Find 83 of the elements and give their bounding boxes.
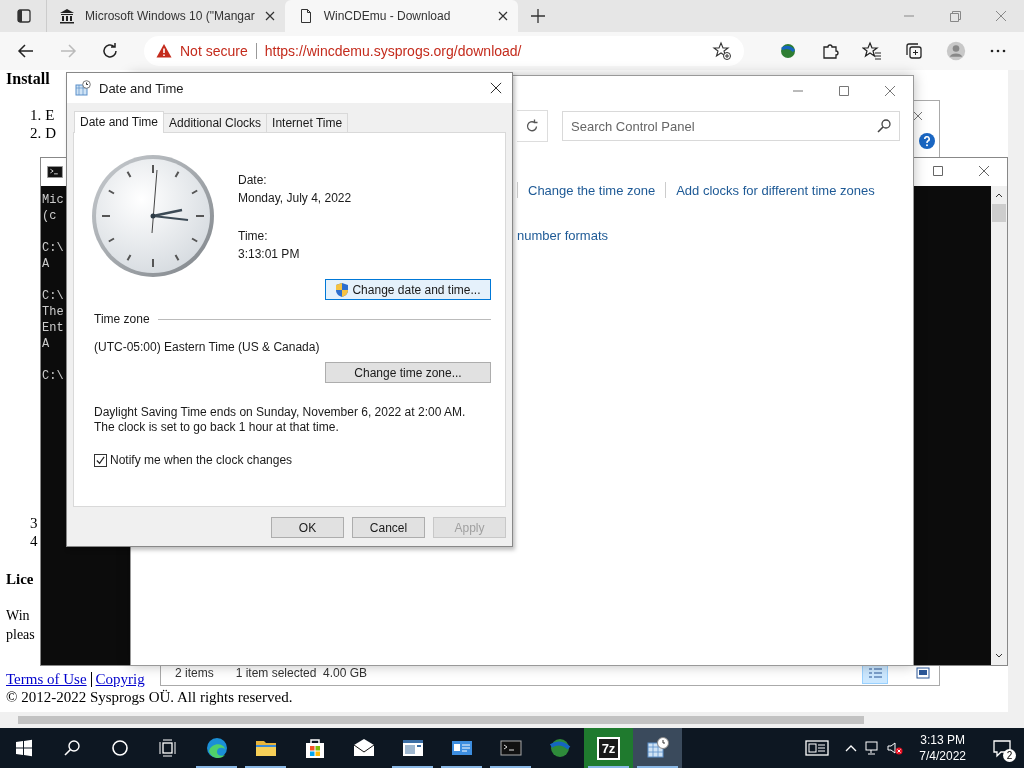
footer-link[interactable]: Copyrig	[95, 670, 145, 688]
shield-icon	[335, 281, 350, 298]
dst-note: Daylight Saving Time ends on Sunday, November 6, 2022 at 2:00 AM. The clock is set to go back 1 hour at that time.	[94, 405, 467, 435]
paragraph-text: pleas	[6, 626, 36, 644]
status-text: 2 items	[175, 666, 214, 680]
start-icon[interactable]	[15, 739, 33, 757]
clock-date: 7/4/2022	[919, 748, 966, 764]
time-label: Time:	[238, 228, 269, 245]
new-tab-icon[interactable]	[529, 8, 546, 24]
vertical-scrollbar[interactable]	[991, 186, 1007, 665]
console-text: A	[42, 336, 50, 352]
dialog-title: Date and Time	[99, 80, 184, 96]
checkbox[interactable]	[94, 453, 107, 467]
address-bar[interactable]: Not secure https://wincdemu.sysprogs.org/download/	[144, 36, 744, 66]
app-label: 7z	[596, 736, 621, 760]
task-link[interactable]: Change the time zone	[528, 182, 656, 198]
calendar-clock-icon	[75, 80, 91, 96]
console-text: Mic	[42, 192, 64, 208]
status-text: 1 item selected 4.00 GB	[235, 666, 368, 680]
security-label[interactable]: Not secure	[180, 43, 248, 59]
warning-icon	[156, 43, 172, 59]
dialog-tab[interactable]: Internet Time	[266, 113, 349, 132]
close-icon[interactable]	[264, 11, 275, 21]
news-icon[interactable]	[805, 739, 830, 757]
dialog-button[interactable]: OK	[271, 517, 344, 538]
search-icon[interactable]	[63, 739, 81, 757]
time-zone-text: (UTC-05:00) Eastern Time (US & Canada)	[94, 340, 321, 354]
list-item-text: E	[45, 106, 55, 124]
search-icon	[876, 118, 892, 134]
time-value: 3:13:01 PM	[238, 246, 301, 263]
checkbox-label: Notify me when the clock changes	[110, 453, 293, 467]
volume-muted-icon[interactable]	[887, 740, 904, 756]
console-text: A	[42, 256, 50, 272]
list-number: 3	[30, 514, 38, 532]
task-view-icon[interactable]	[159, 739, 177, 757]
console-text: Ent	[42, 320, 64, 336]
help-icon[interactable]	[919, 133, 935, 149]
notification-center-button[interactable]: 2	[980, 728, 1024, 768]
list-number: 4	[30, 532, 38, 550]
refresh-icon	[524, 118, 540, 134]
console-text: C:\	[42, 288, 64, 304]
list-number: 2.	[30, 124, 42, 142]
change-date-and-time-button[interactable]: Change date and time...	[325, 279, 491, 300]
task-link[interactable]: Add clocks for different time zones	[676, 182, 875, 198]
terminal-icon	[47, 166, 63, 178]
taskbar-app[interactable]	[633, 728, 682, 768]
footer-link[interactable]: Terms of Use	[6, 670, 87, 688]
building-icon	[59, 8, 75, 24]
refresh-button[interactable]	[517, 110, 548, 142]
date-value: Monday, July 4, 2022	[238, 190, 352, 207]
horizontal-scrollbar[interactable]	[0, 712, 1024, 728]
clock-time: 3:13 PM	[920, 732, 965, 748]
change-time-zone-button[interactable]: Change time zone...	[325, 362, 491, 383]
dialog-tab[interactable]: Date and Time	[74, 111, 165, 133]
swirl-icon	[204, 736, 229, 760]
console-text: The	[42, 304, 64, 320]
calendar-clock-icon	[645, 736, 670, 760]
url-text: https://wincdemu.sysprogs.org/download/	[264, 43, 522, 59]
list-item-text: D	[45, 124, 57, 142]
date-label: Date:	[238, 172, 268, 189]
add-favorite-icon[interactable]	[712, 41, 732, 61]
dialog-button[interactable]: Cancel	[352, 517, 425, 538]
tab-actions-icon[interactable]	[16, 8, 32, 24]
paragraph-text: Win	[6, 607, 31, 625]
browser-tab[interactable]: WinCDEmu - Download	[284, 0, 518, 32]
console-text: C:\	[42, 240, 64, 256]
close-icon[interactable]	[497, 11, 508, 21]
console-text: (c	[42, 208, 57, 224]
taskbar-clock[interactable]: 3:13 PM 7/4/2022	[909, 732, 980, 764]
page-heading: Install	[6, 70, 51, 88]
scroll-thumb[interactable]	[992, 204, 1006, 222]
notification-count: 2	[1003, 749, 1016, 762]
console-text: C:\	[42, 368, 64, 384]
message-icon	[992, 738, 1012, 758]
circle-icon[interactable]	[111, 739, 129, 757]
taskbar-app[interactable]: 7z	[584, 728, 633, 768]
group-heading: Time zone	[94, 312, 150, 326]
copyright-text: © 2012-2022 Sysprogs OÜ. All rights reserved.	[6, 688, 294, 706]
close-icon[interactable]	[490, 82, 502, 94]
list-number: 1.	[30, 106, 42, 124]
vertical-scrollbar[interactable]	[1008, 70, 1024, 712]
search-field[interactable]: Search Control Panel	[562, 111, 900, 141]
page-heading: Lice	[6, 570, 35, 588]
